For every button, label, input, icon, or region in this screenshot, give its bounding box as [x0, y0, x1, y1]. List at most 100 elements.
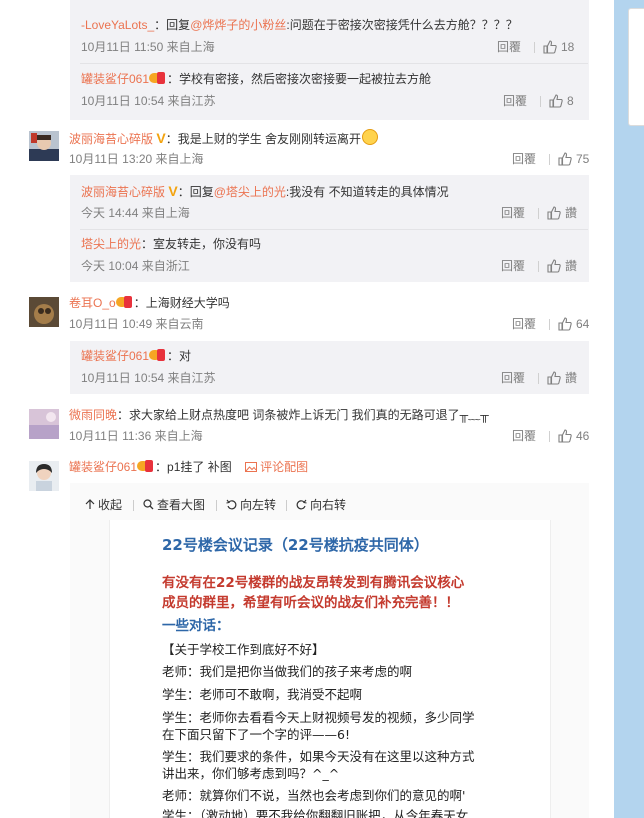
reply-button[interactable]: 回覆 [512, 315, 536, 333]
like-button[interactable]: 75 [558, 150, 589, 168]
vip-badge-icon [149, 348, 167, 362]
reply-time: 今天 10:04 来自浙江 [81, 259, 190, 273]
thumbs-up-icon [549, 94, 563, 108]
like-label: 讚 [565, 371, 578, 385]
mention-link[interactable]: @烨烨子的小粉丝 [190, 18, 286, 32]
rotate-right-button[interactable]: 向右转 [296, 496, 346, 514]
comment-time: 10月11日 11:36 来自上海 [69, 429, 203, 443]
action-divider [534, 42, 535, 53]
reply-text: 罐装鲨仔061 ：学校有密接，然后密接次密接要一起被拉去方舱 [81, 70, 431, 88]
document-subtitle: 一些对话： [162, 618, 230, 634]
user-name-link[interactable]: 卷耳O_o [69, 296, 116, 310]
like-button[interactable]: 18 [543, 38, 574, 56]
like-count: 64 [576, 317, 590, 331]
action-divider [549, 319, 550, 330]
avatar[interactable] [29, 461, 59, 491]
comment-text: 波丽海苔心碎版 V：我是上财的学生 舍友刚刚转运离开 [69, 129, 379, 148]
view-large-button[interactable]: 查看大图 [143, 496, 205, 514]
comment-content: ：p1挂了 补图 [155, 460, 232, 474]
reply-content: :我没有 不知道转走的具体情况 [285, 185, 449, 199]
like-count: 75 [576, 152, 590, 166]
reply-button[interactable]: 回覆 [497, 38, 521, 56]
rotate-right-label: 向右转 [310, 498, 347, 512]
document-line: 老师：我们是把你当做我们的孩子来考虑的啊 [162, 664, 413, 679]
rotate-left-button[interactable]: 向左转 [226, 496, 276, 514]
magnifier-icon [143, 499, 154, 510]
comment-time: 10月11日 10:49 来自云南 [69, 317, 204, 331]
thumbs-up-icon [547, 259, 561, 273]
user-name-link[interactable]: 塔尖上的光 [81, 237, 141, 251]
reply-time: 10月11日 11:50 来自上海 [81, 40, 215, 54]
like-count: 46 [576, 429, 590, 443]
image-icon [245, 462, 258, 472]
like-count: 18 [561, 40, 575, 54]
user-name-link[interactable]: 微雨同晚 [69, 408, 117, 422]
reply-content: ：学校有密接，然后密接次密接要一起被拉去方舱 [167, 72, 432, 86]
reply-time: 今天 14:44 来自上海 [81, 206, 190, 220]
avatar[interactable] [29, 297, 59, 327]
thumbs-up-icon [543, 40, 557, 54]
action-divider [549, 431, 550, 442]
reply-time: 10月11日 10:54 来自江苏 [81, 371, 216, 385]
mention-link[interactable]: @塔尖上的光 [214, 185, 286, 199]
action-divider [538, 208, 539, 219]
user-name-link[interactable]: 罐装鲨仔061 [81, 349, 149, 363]
user-name-link[interactable]: 罐装鲨仔061 [81, 72, 149, 86]
crying-emoji-icon [362, 129, 379, 145]
divider [80, 63, 588, 64]
thumbs-up-icon [558, 317, 572, 331]
comment-image[interactable]: 22号楼会议记录（22号楼抗疫共同体） 有没有在22号楼群的战友昂转发到有腾讯会… [109, 520, 551, 818]
like-button[interactable]: 讚 [547, 257, 577, 275]
verified-badge-icon: V [168, 183, 178, 199]
user-name-link[interactable]: 罐装鲨仔061 [69, 460, 137, 474]
comment-pic-link[interactable]: 评论配图 [245, 460, 308, 474]
document-line: 在下面只留下了一个字的评——6! [162, 727, 350, 742]
toolbar-divider [133, 500, 134, 511]
like-label: 讚 [565, 259, 578, 273]
reply-button[interactable]: 回覆 [512, 427, 536, 445]
like-button[interactable]: 64 [558, 315, 589, 333]
divider [80, 229, 588, 230]
like-button[interactable]: 46 [558, 427, 589, 445]
like-button[interactable]: 讚 [547, 369, 577, 387]
avatar[interactable] [29, 131, 59, 161]
thumbs-up-icon [558, 429, 572, 443]
like-label: 讚 [565, 206, 578, 220]
document-line: 老师：就算你们不说，当然也会考虑到你们的意见的啊' [162, 788, 466, 803]
reply-button[interactable]: 回覆 [501, 204, 525, 222]
rotate-left-icon [226, 499, 237, 510]
document-line: 【关于学校工作到底好不好】 [162, 642, 325, 657]
reply-button[interactable]: 回覆 [501, 369, 525, 387]
avatar[interactable] [29, 409, 59, 439]
collapse-button[interactable]: 收起 [85, 496, 122, 514]
comment-content: ：我是上财的学生 舍友刚刚转运离开 [165, 132, 362, 146]
user-name-link[interactable]: -LoveYaLots_ [81, 18, 154, 32]
vip-badge-icon [137, 459, 155, 473]
reply-button[interactable]: 回覆 [501, 257, 525, 275]
vip-badge-icon [115, 295, 134, 309]
comment-panel: -LoveYaLots_：回复@烨烨子的小粉丝:问题在于密接次密接凭什么去方舱？… [0, 0, 614, 818]
thumbs-up-icon [547, 206, 561, 220]
reply-text: 波丽海苔心碎版 V：回复@塔尖上的光:我没有 不知道转走的具体情况 [81, 182, 449, 201]
reply-button[interactable]: 回覆 [503, 92, 527, 110]
document-notice: 有没有在22号楼群的战友昂转发到有腾讯会议核心 [162, 575, 465, 591]
reply-button[interactable]: 回覆 [512, 150, 536, 168]
like-count: 8 [567, 94, 574, 108]
reply-content: ：室友转走，你没有吗 [141, 237, 262, 251]
vip-badge-icon [149, 71, 167, 85]
user-name-link[interactable]: 波丽海苔心碎版 [81, 185, 165, 199]
user-name-link[interactable]: 波丽海苔心碎版 [69, 132, 153, 146]
like-button[interactable]: 8 [549, 92, 574, 110]
rotate-right-icon [296, 499, 307, 510]
side-card [628, 8, 644, 126]
action-divider [540, 96, 541, 107]
comment-time: 10月11日 13:20 来自上海 [69, 152, 204, 166]
like-button[interactable]: 讚 [547, 204, 577, 222]
reply-text: 罐装鲨仔061 ：对 [81, 347, 191, 365]
comment-text: 微雨同晚：求大家给上财点热度吧 词条被炸上诉无门 我们真的无路可退了╥﹏╥ [69, 406, 489, 424]
toolbar-divider [286, 500, 287, 511]
comment-content: ：上海财经大学吗 [133, 296, 230, 310]
arrow-up-icon [85, 499, 95, 509]
reply-time: 10月11日 10:54 来自江苏 [81, 94, 216, 108]
reply-content: ：对 [167, 349, 192, 363]
